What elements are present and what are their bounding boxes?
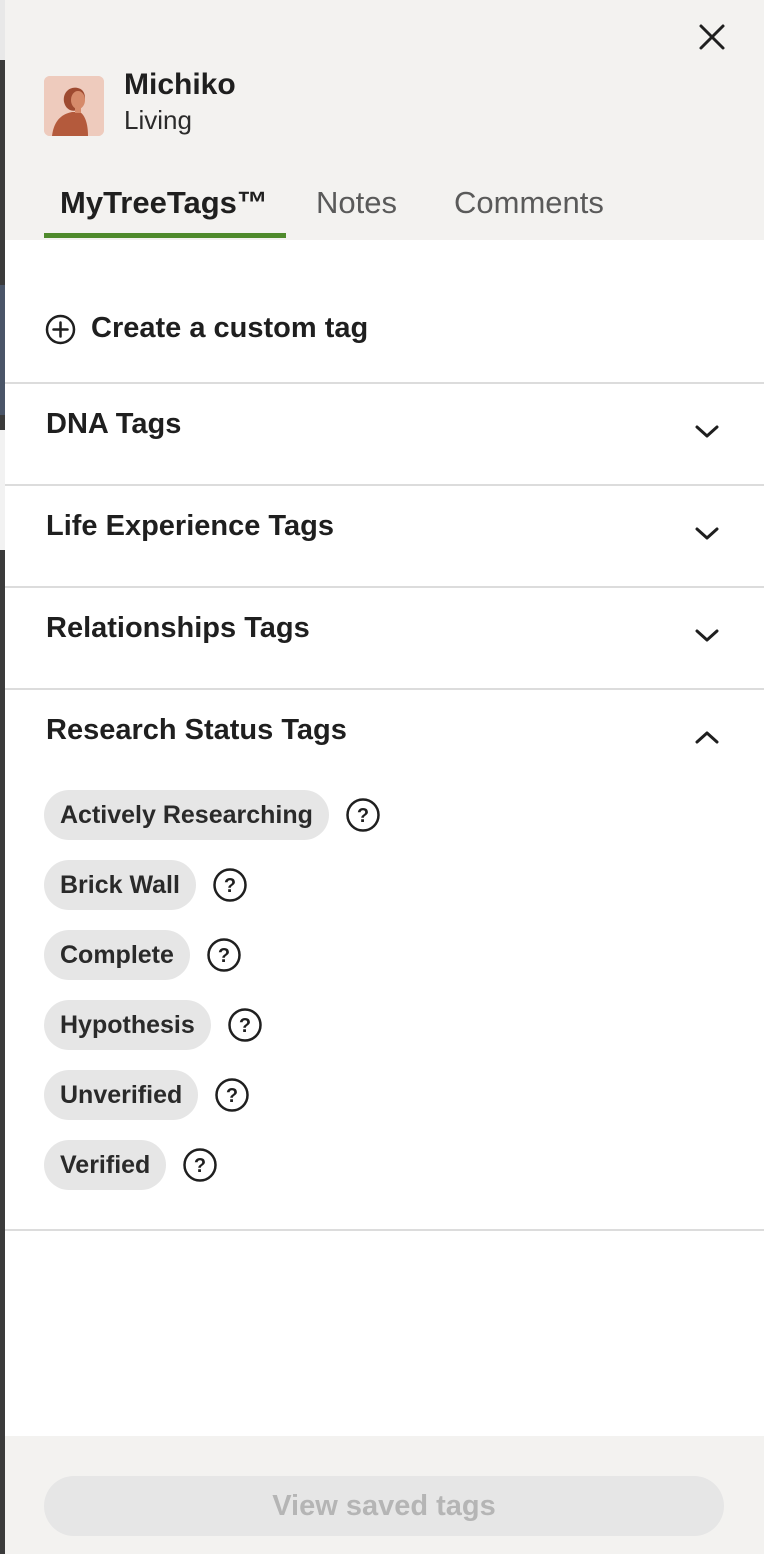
section-title: Relationships Tags [46, 612, 310, 644]
tag-row: Complete? [44, 930, 242, 980]
close-button[interactable] [693, 18, 731, 56]
tag-pill-brick-wall[interactable]: Brick Wall [44, 860, 196, 910]
view-saved-tags-button[interactable]: View saved tags [44, 1476, 724, 1536]
section-relationships-tags[interactable]: Relationships Tags [5, 588, 764, 688]
section-research-status-tags[interactable]: Research Status Tags [5, 690, 764, 790]
create-custom-tag-label: Create a custom tag [91, 312, 369, 344]
divider [5, 1229, 764, 1231]
section-life-experience-tags[interactable]: Life Experience Tags [5, 486, 764, 586]
help-icon[interactable]: ? [214, 1077, 250, 1113]
tab-comments[interactable]: Comments [454, 185, 604, 221]
help-icon[interactable]: ? [182, 1147, 218, 1183]
svg-text:?: ? [218, 945, 230, 967]
tag-pill-hypothesis[interactable]: Hypothesis [44, 1000, 211, 1050]
person-status: Living [124, 105, 192, 135]
chevron-up-icon [695, 731, 719, 744]
section-title: DNA Tags [46, 408, 182, 440]
svg-text:?: ? [239, 1015, 251, 1037]
help-icon[interactable]: ? [227, 1007, 263, 1043]
section-title: Research Status Tags [46, 714, 347, 746]
chevron-down-icon [695, 425, 719, 438]
tab-notes[interactable]: Notes [316, 185, 397, 221]
svg-text:?: ? [357, 805, 369, 827]
tab-bar: MyTreeTags™ Notes Comments [5, 180, 764, 240]
panel-header: Michiko Living MyTreeTags™ Notes Comment… [5, 0, 764, 240]
tag-row: Unverified? [44, 1070, 250, 1120]
help-icon[interactable]: ? [345, 797, 381, 833]
help-icon[interactable]: ? [212, 867, 248, 903]
active-tab-indicator [44, 233, 286, 238]
tag-row: Hypothesis? [44, 1000, 263, 1050]
help-icon[interactable]: ? [206, 937, 242, 973]
chevron-down-icon [695, 629, 719, 642]
create-custom-tag-button[interactable]: Create a custom tag [5, 282, 764, 382]
svg-text:?: ? [194, 1155, 206, 1177]
section-dna-tags[interactable]: DNA Tags [5, 384, 764, 484]
panel-footer: View saved tags [5, 1436, 764, 1554]
plus-circle-icon [45, 314, 76, 345]
chevron-down-icon [695, 527, 719, 540]
person-name: Michiko [124, 68, 236, 101]
close-icon [699, 24, 725, 50]
tag-pill-complete[interactable]: Complete [44, 930, 190, 980]
tag-row: Verified? [44, 1140, 218, 1190]
tab-mytreetags[interactable]: MyTreeTags™ [60, 185, 268, 221]
tag-row: Actively Researching? [44, 790, 381, 840]
tag-pill-unverified[interactable]: Unverified [44, 1070, 199, 1120]
person-silhouette-icon [44, 76, 104, 136]
tag-pill-verified[interactable]: Verified [44, 1140, 167, 1190]
avatar [44, 76, 104, 136]
tag-row: Brick Wall? [44, 860, 248, 910]
svg-text:?: ? [224, 875, 236, 897]
tag-pill-actively-researching[interactable]: Actively Researching [44, 790, 329, 840]
tags-side-panel: Michiko Living MyTreeTags™ Notes Comment… [5, 0, 764, 1554]
section-title: Life Experience Tags [46, 510, 334, 542]
svg-text:?: ? [226, 1085, 238, 1107]
